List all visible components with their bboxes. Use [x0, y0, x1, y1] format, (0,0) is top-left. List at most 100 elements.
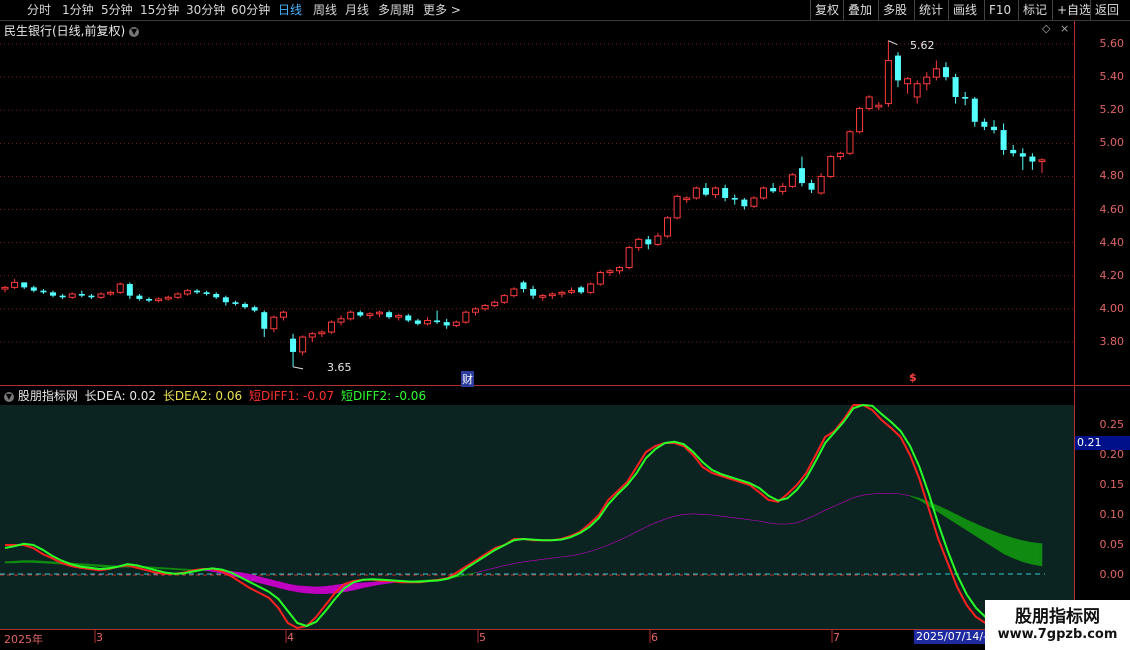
candle-body	[107, 291, 115, 295]
dea-band-segment	[325, 584, 336, 594]
price-tick: 4.40	[1099, 235, 1125, 249]
candle-body	[30, 287, 37, 291]
candle-body	[337, 318, 345, 323]
candle-body	[1038, 159, 1046, 163]
dea-band-segment	[306, 586, 317, 594]
candle-body	[856, 108, 864, 133]
indicator-tick: 0.00	[1099, 568, 1125, 581]
dea-band-segment	[315, 586, 326, 594]
dea-band-segment	[42, 560, 53, 564]
candle-body	[78, 293, 85, 296]
diff1-value: 短DIFF1: -0.07	[248, 389, 335, 403]
chevron-down-icon[interactable]: ▼	[129, 26, 140, 37]
candle-body	[913, 83, 921, 98]
candle-body	[971, 98, 978, 122]
candle-body	[290, 338, 297, 352]
candle-body	[616, 267, 624, 272]
candle-body	[1000, 130, 1007, 150]
price-tick: 5.20	[1099, 103, 1125, 117]
candle-body	[423, 319, 431, 325]
dea-band-segment	[164, 567, 175, 570]
candle-body	[174, 293, 182, 298]
price-tick: 3.80	[1099, 335, 1125, 348]
dea-band-segment	[32, 560, 44, 564]
candle-body	[578, 287, 585, 293]
candle-body	[500, 295, 508, 303]
candle-body	[587, 283, 595, 293]
candle-body	[635, 238, 643, 249]
candle-body	[386, 312, 393, 318]
dea-band-segment	[1032, 542, 1043, 567]
dea-band-segment	[80, 563, 91, 567]
candle-body	[21, 282, 28, 288]
price-tick: 4.00	[1099, 301, 1125, 315]
candle-body	[904, 78, 912, 85]
price-tick: 4.60	[1099, 202, 1125, 216]
candle-body	[136, 295, 143, 299]
x-axis-label: 2025年	[4, 633, 43, 646]
candle-body	[779, 185, 787, 192]
candle-body	[770, 188, 777, 192]
candle-body	[357, 312, 364, 316]
main-pane-title: 民生银行(日线,前复权) ▼	[4, 22, 140, 39]
candle-body	[884, 60, 892, 105]
indicator-tick: 0.25	[1099, 418, 1125, 431]
diamond-icon[interactable]: ◇	[1042, 22, 1050, 35]
finance-marker[interactable]: 财	[461, 371, 474, 387]
candle-body	[481, 305, 489, 310]
low-price-label: 3.65	[327, 361, 352, 374]
candle-body	[568, 290, 576, 293]
candle-body	[836, 152, 844, 158]
candle-body	[981, 121, 988, 127]
candle-body	[50, 292, 57, 296]
candle-body	[414, 320, 421, 324]
candle-body	[462, 311, 470, 323]
candle-body	[510, 288, 518, 297]
candle-body	[222, 297, 229, 303]
low-leader	[292, 366, 304, 370]
candle-body	[1010, 149, 1017, 154]
diff2-value: 短DIFF2: -0.06	[340, 389, 427, 403]
candle-body	[942, 67, 949, 78]
candle-body	[318, 331, 326, 335]
candle-body	[491, 301, 499, 307]
candle-body	[712, 187, 720, 196]
candle-body	[846, 131, 854, 154]
dividend-marker[interactable]: $	[909, 371, 917, 384]
candle-body	[798, 168, 805, 184]
candle-body	[664, 217, 672, 237]
x-axis-label: 4	[287, 631, 294, 644]
indicator-tick: 0.15	[1099, 478, 1125, 491]
current-value-badge: 0.21	[1075, 436, 1130, 450]
candle-body	[827, 156, 835, 177]
close-pane-icon[interactable]: ×	[1060, 22, 1069, 35]
stock-name-label: 民生银行(日线,前复权)	[4, 24, 126, 38]
dea-band-segment	[155, 566, 166, 570]
candle-body	[932, 68, 940, 78]
high-price-label: 5.62	[910, 39, 935, 52]
indicator-background	[0, 405, 1074, 629]
chevron-down-icon[interactable]: ▼	[4, 391, 14, 402]
candle-body	[232, 302, 239, 304]
candle-body	[722, 188, 729, 198]
candle-body	[203, 292, 210, 294]
dea-band-segment	[4, 560, 15, 564]
candle-body	[683, 197, 691, 201]
site-watermark: 股朋指标网 www.7gpzb.com	[985, 600, 1130, 650]
candle-body	[788, 174, 796, 187]
dea-band-segment	[296, 585, 307, 594]
x-axis-label: 5	[479, 631, 486, 644]
dea-value: 长DEA: 0.02	[84, 389, 157, 403]
candle-body	[116, 283, 124, 293]
candle-body	[375, 311, 383, 315]
stock-chart[interactable]	[0, 0, 1130, 650]
price-tick: 5.40	[1099, 70, 1125, 84]
watermark-title: 股朋指标网	[1015, 607, 1100, 627]
candle-body	[990, 126, 997, 131]
candle-body	[558, 291, 566, 295]
candle-body	[155, 298, 163, 302]
candle-body	[731, 197, 738, 200]
dea-band-segment	[1022, 540, 1033, 565]
candle-body	[654, 235, 662, 245]
candle-body	[443, 322, 450, 326]
